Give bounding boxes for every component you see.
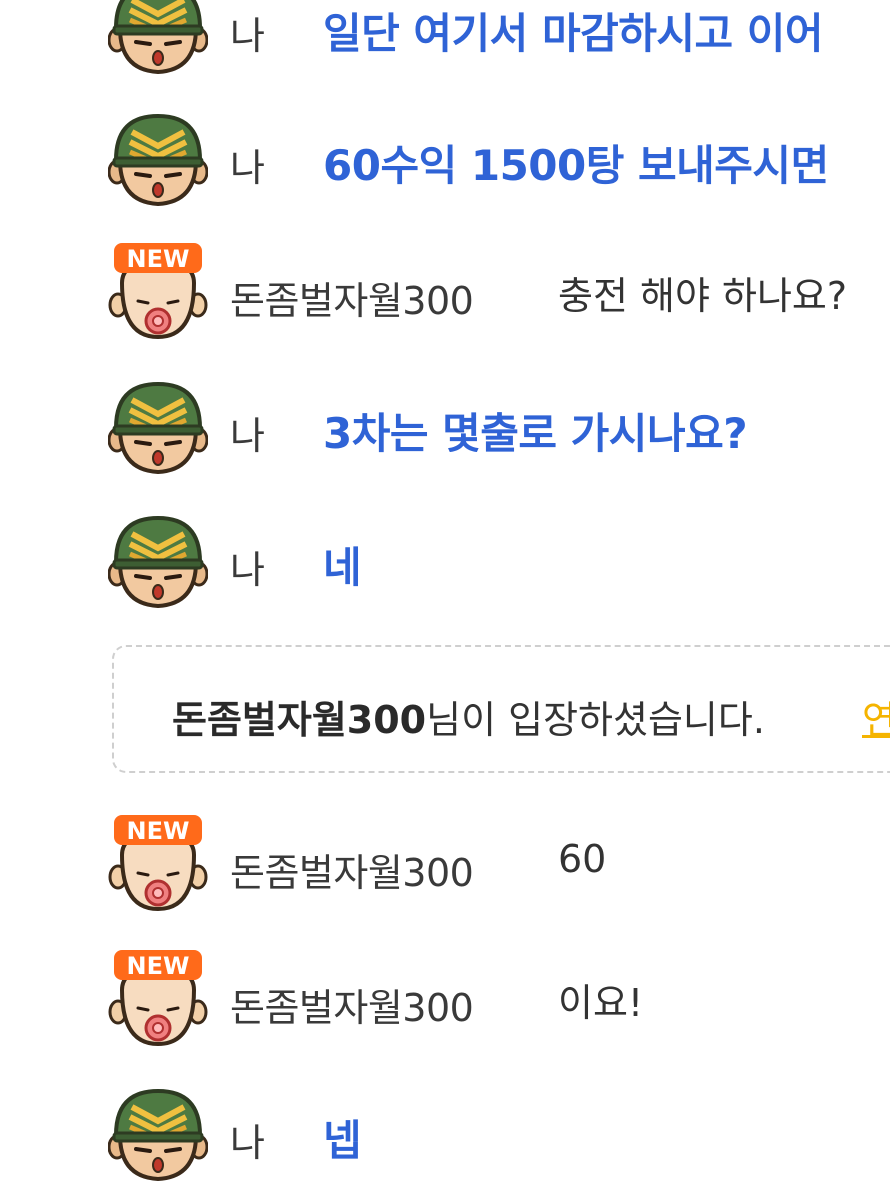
system-notice-link[interactable]: 연 bbox=[862, 689, 890, 744]
soldier-helmet-avatar-icon[interactable] bbox=[108, 110, 208, 210]
baby-pacifier-new-avatar-icon[interactable] bbox=[108, 243, 208, 343]
message-text: 60 bbox=[558, 837, 607, 881]
message-text: 일단 여기서 마감하시고 이어 bbox=[323, 9, 824, 58]
chat-message: 나 3차는 몇출로 가시나요? bbox=[0, 378, 890, 478]
chat-message: 나 넵 bbox=[0, 1085, 890, 1185]
message-text: 충전 해야 하나요? bbox=[558, 274, 848, 318]
message-text: 60수익 1500탕 보내주시면 bbox=[323, 141, 829, 190]
message-text: 넵 bbox=[323, 1116, 362, 1165]
message-text: 네 bbox=[323, 543, 362, 592]
soldier-helmet-avatar-icon[interactable] bbox=[108, 1085, 208, 1185]
system-notice-name: 돈좀벌자월300 bbox=[172, 698, 427, 742]
soldier-helmet-avatar-icon[interactable] bbox=[108, 378, 208, 478]
system-notice-text: 돈좀벌자월300님이 입장하셨습니다. bbox=[172, 689, 765, 744]
sender-nickname: 나 bbox=[230, 146, 265, 190]
sender-nickname: 나 bbox=[230, 14, 265, 58]
sender-nickname: 나 bbox=[230, 414, 265, 458]
baby-pacifier-new-avatar-icon[interactable] bbox=[108, 950, 208, 1050]
chat-message: 돈좀벌자월300 60 bbox=[0, 815, 890, 915]
sender-nickname: 돈좀벌자월300 bbox=[230, 279, 474, 323]
message-text: 이요! bbox=[558, 981, 644, 1025]
chat-message: 나 60수익 1500탕 보내주시면 bbox=[0, 110, 890, 210]
sender-nickname: 돈좀벌자월300 bbox=[230, 851, 474, 895]
soldier-helmet-avatar-icon[interactable] bbox=[108, 0, 208, 78]
soldier-helmet-avatar-icon[interactable] bbox=[108, 512, 208, 612]
sender-nickname: 나 bbox=[230, 548, 265, 592]
baby-pacifier-new-avatar-icon[interactable] bbox=[108, 815, 208, 915]
sender-nickname: 나 bbox=[230, 1121, 265, 1165]
chat-message: 돈좀벌자월300 이요! bbox=[0, 950, 890, 1050]
chat-message: 돈좀벌자월300 충전 해야 하나요? bbox=[0, 243, 890, 343]
chat-message: 나 일단 여기서 마감하시고 이어 bbox=[0, 0, 890, 78]
chat-log: 나 일단 여기서 마감하시고 이어 나 60수익 1500탕 보내주시면 돈좀벌… bbox=[0, 0, 890, 1187]
message-text: 3차는 몇출로 가시나요? bbox=[323, 409, 748, 458]
system-notice: 돈좀벌자월300님이 입장하셨습니다. 연 bbox=[112, 645, 890, 773]
system-notice-suffix: 님이 입장하셨습니다. bbox=[426, 698, 765, 742]
chat-message: 나 네 bbox=[0, 512, 890, 612]
sender-nickname: 돈좀벌자월300 bbox=[230, 986, 474, 1030]
